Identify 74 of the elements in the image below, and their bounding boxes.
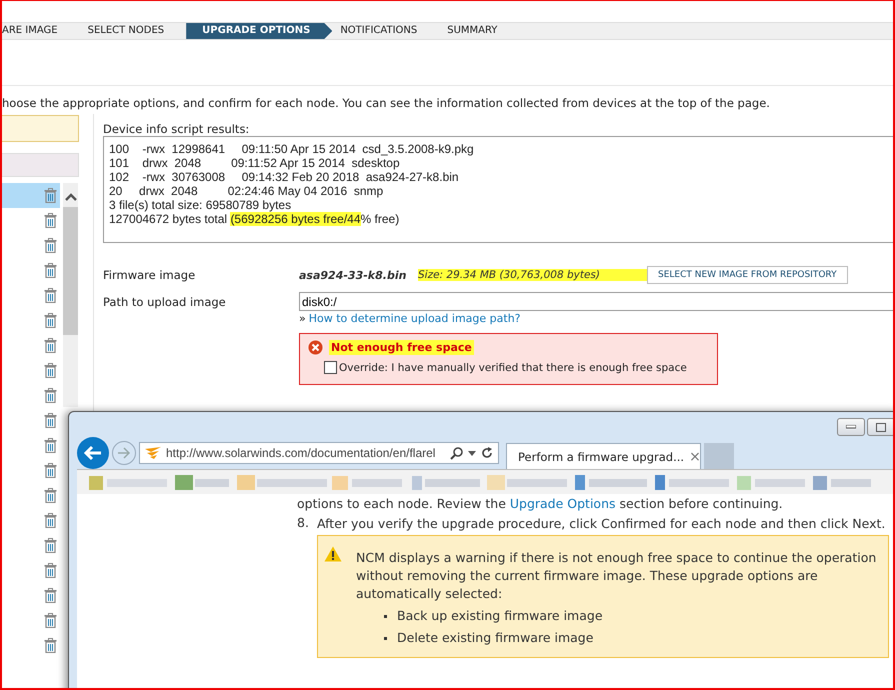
search-icon[interactable] xyxy=(450,446,463,460)
result-line: 20 drwx 2048 02:24:46 May 04 2016 snmp xyxy=(109,184,384,198)
help-link[interactable]: How to determine upload image path? xyxy=(308,312,521,325)
url-text: http://www.solarwinds.com/documentation/en/flarel xyxy=(166,446,436,460)
field-label: Path to upload image xyxy=(103,294,227,308)
scroll-up-icon[interactable] xyxy=(64,193,76,201)
minimize-button[interactable] xyxy=(837,418,865,436)
scrollbar[interactable] xyxy=(63,183,78,407)
select-image-button[interactable]: SELECT NEW IMAGE FROM REPOSITORY xyxy=(647,266,848,284)
forward-arrow-icon xyxy=(117,447,131,459)
override-label: Override: I have manually verified that there is enough free space xyxy=(339,362,687,374)
upload-path-field[interactable]: disk0:/ xyxy=(299,292,893,311)
firmware-filename: asa924-33-k8.bin xyxy=(299,268,408,282)
scrollbar-thumb[interactable] xyxy=(63,207,78,335)
trash-icon[interactable] xyxy=(44,213,57,228)
maximize-button[interactable] xyxy=(867,418,893,436)
dropdown-caret-icon[interactable] xyxy=(468,450,476,456)
trash-icon[interactable] xyxy=(44,588,57,603)
bullet-icon xyxy=(384,636,387,640)
bullet-text: Back up existing firmware image xyxy=(397,607,603,625)
tab-close-button[interactable]: × xyxy=(689,448,701,464)
minimize-icon xyxy=(846,425,856,429)
trash-icon[interactable] xyxy=(44,563,57,578)
warning-icon xyxy=(324,546,342,562)
trash-icon[interactable] xyxy=(44,313,57,328)
bullet-icon xyxy=(384,614,387,618)
address-bar[interactable]: http://www.solarwinds.com/documentation/en/flarel xyxy=(139,442,499,464)
back-arrow-icon xyxy=(83,445,103,461)
result-line: 102 -rwx 30763008 09:14:32 Feb 20 2018 asa924-27-k8.bin xyxy=(109,170,460,184)
result-line: 127004672 bytes total (56928256 bytes free/44% free) xyxy=(109,212,400,226)
trash-icon[interactable] xyxy=(44,263,57,278)
trash-icon[interactable] xyxy=(44,463,57,478)
wizard-step[interactable]: ARE IMAGE xyxy=(2,23,80,39)
trash-icon[interactable] xyxy=(44,488,57,503)
trash-icon[interactable] xyxy=(44,613,57,628)
field-label: Firmware image xyxy=(103,268,196,282)
trash-icon[interactable] xyxy=(44,438,57,453)
trash-icon[interactable] xyxy=(44,513,57,528)
step-text: After you verify the upgrade procedure, click Confirmed for each node and then click Next. xyxy=(317,515,886,533)
override-checkbox[interactable] xyxy=(324,361,337,374)
result-line: 3 file(s) total size: 69580789 bytes xyxy=(109,198,292,212)
error-message: Not enough free space xyxy=(329,340,474,355)
firmware-size: Size: 29.34 MB (30,763,008 bytes) xyxy=(418,269,647,281)
trash-icon[interactable] xyxy=(44,288,57,303)
node-row[interactable] xyxy=(2,183,60,208)
refresh-icon[interactable] xyxy=(481,447,493,459)
trash-icon[interactable] xyxy=(44,338,57,353)
field-label: Device info script results: xyxy=(103,123,250,136)
trash-icon[interactable] xyxy=(44,538,57,553)
result-line: 100 -rwx 12998641 09:11:50 Apr 15 2014 csd_3.5.2008-k9.pkg xyxy=(109,142,475,156)
wizard-step[interactable]: SELECT NODES xyxy=(80,23,186,39)
trash-icon[interactable] xyxy=(44,638,57,653)
wizard-step[interactable]: NOTIFICATIONS xyxy=(332,23,440,39)
doc-link[interactable]: Upgrade Options xyxy=(510,496,616,511)
warning-text: NCM displays a warning if there is not enough free space to continue the operation without removing the current firmware image. These upgrade options are automatically selected: xyxy=(356,549,878,603)
trash-icon[interactable] xyxy=(44,188,57,203)
instruction-text: hoose the appropriate options, and confirm for each node. You can see the information collected from devices at the top of the page. xyxy=(2,85,893,114)
result-line: 101 drwx 2048 09:11:52 Apr 15 2014 sdesktop xyxy=(109,156,401,170)
bird-logo-icon xyxy=(145,447,161,459)
step-number: 8. xyxy=(297,515,310,532)
trash-icon[interactable] xyxy=(44,388,57,403)
doc-paragraph: options to each node. Review the Upgrade Options section before continuing. xyxy=(297,496,784,512)
error-icon xyxy=(308,340,323,355)
trash-icon[interactable] xyxy=(44,238,57,253)
wizard-step[interactable]: SUMMARY xyxy=(439,23,520,39)
trash-icon[interactable] xyxy=(44,363,57,378)
maximize-icon xyxy=(876,422,886,432)
tab-title: Perform a firmware upgrad... xyxy=(518,450,684,464)
link-marker: » xyxy=(299,312,306,325)
back-button[interactable] xyxy=(77,437,109,469)
browser-tab[interactable]: Perform a firmware upgrad... × xyxy=(506,443,701,469)
trash-icon[interactable] xyxy=(44,413,57,428)
bullet-text: Delete existing firmware image xyxy=(397,629,594,647)
wizard-step[interactable]: UPGRADE OPTIONS xyxy=(186,23,332,39)
